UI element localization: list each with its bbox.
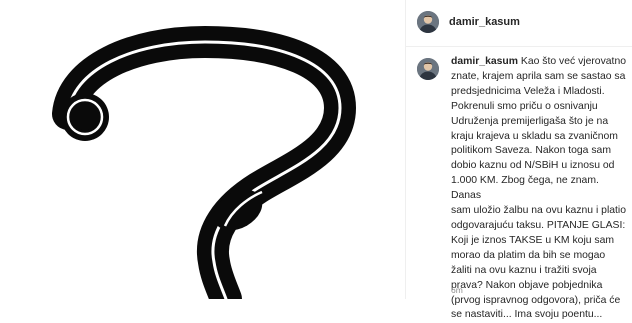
avatar-icon bbox=[417, 58, 439, 80]
instagram-post: damir_kasum damir_kasum Kao što već vjer… bbox=[0, 0, 632, 320]
post-header: damir_kasum bbox=[406, 0, 632, 47]
question-mark-image bbox=[52, 26, 356, 299]
caption-text: damir_kasum Kao što već vjerovatno znate… bbox=[451, 55, 629, 323]
caption-body: Kao što već vjerovatno znate, krajem apr… bbox=[451, 56, 627, 321]
post-sidebar: damir_kasum damir_kasum Kao što već vjer… bbox=[405, 0, 632, 320]
caption-avatar[interactable] bbox=[417, 58, 439, 80]
post-timestamp[interactable]: 6m bbox=[451, 285, 463, 295]
header-username-link[interactable]: damir_kasum bbox=[449, 16, 520, 28]
user-avatar[interactable] bbox=[417, 11, 439, 33]
post-image[interactable] bbox=[0, 0, 405, 299]
avatar-icon bbox=[417, 11, 439, 33]
caption-username-link[interactable]: damir_kasum bbox=[451, 56, 518, 67]
